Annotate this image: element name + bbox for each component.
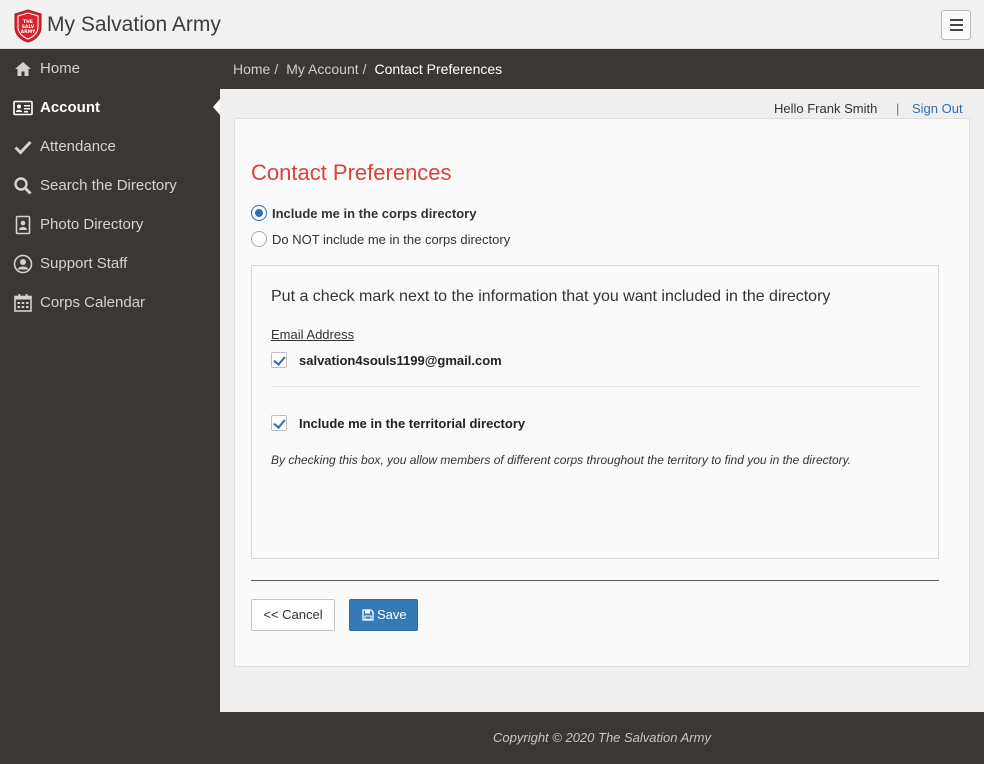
svg-text:ARMY: ARMY — [21, 29, 36, 35]
breadcrumb-current: Contact Preferences — [374, 61, 503, 77]
breadcrumb-separator: / — [274, 61, 279, 77]
sidebar-item-label: Home — [40, 60, 81, 77]
territorial-checkbox[interactable] — [271, 415, 287, 431]
home-icon — [15, 62, 31, 76]
sidebar-item-search-directory[interactable]: Search the Directory — [0, 166, 220, 205]
breadcrumb: Home / My Account / Contact Preferences — [233, 61, 502, 77]
radio-label[interactable]: Do NOT include me in the corps directory — [272, 232, 510, 247]
main-content: Hello Frank Smith | Sign Out Contact Pre… — [220, 89, 984, 712]
check-icon — [14, 140, 32, 155]
save-button-label: Save — [377, 607, 407, 622]
photo-book-icon — [15, 215, 31, 235]
form-divider — [251, 580, 939, 581]
salvation-army-shield-logo[interactable]: THE SALV ARMY — [12, 9, 44, 43]
section-divider — [271, 386, 920, 387]
page-footer: Copyright © 2020 The Salvation Army — [220, 712, 984, 764]
email-value[interactable]: salvation4souls1199@gmail.com — [299, 353, 502, 368]
active-indicator — [213, 99, 220, 115]
search-icon — [14, 177, 32, 195]
sign-out-link[interactable]: Sign Out — [912, 101, 963, 116]
radio-button[interactable] — [251, 231, 267, 247]
sidebar-item-home[interactable]: Home — [0, 49, 220, 88]
user-circle-icon — [13, 254, 33, 274]
sidebar-item-label: Corps Calendar — [40, 294, 146, 311]
sidebar-item-label: Account — [40, 99, 100, 116]
app-title[interactable]: My Salvation Army — [47, 13, 221, 37]
sidebar-item-photo-directory[interactable]: Photo Directory — [0, 205, 220, 244]
hamburger-menu-button[interactable] — [941, 10, 971, 40]
menu-icon-bar — [950, 29, 963, 31]
sidebar-item-label: Search the Directory — [40, 177, 177, 194]
territorial-label[interactable]: Include me in the territorial directory — [299, 416, 525, 431]
directory-options-box: Put a check mark next to the information… — [251, 265, 939, 559]
save-button[interactable]: Save — [349, 599, 418, 631]
email-address-heading: Email Address — [271, 327, 355, 342]
sidebar-item-corps-calendar[interactable]: Corps Calendar — [0, 283, 220, 322]
menu-icon-bar — [950, 24, 963, 26]
floppy-disk-icon — [362, 609, 374, 621]
instructions-text: Put a check mark next to the information… — [271, 288, 831, 305]
breadcrumb-separator: / — [362, 61, 367, 77]
territorial-note: By checking this box, you allow members … — [271, 453, 852, 467]
sidebar-item-label: Attendance — [40, 138, 116, 155]
id-card-icon — [13, 100, 33, 116]
sidebar-item-label: Support Staff — [40, 255, 128, 272]
cancel-button[interactable]: << Cancel — [251, 599, 335, 631]
breadcrumb-bar: Home / My Account / Contact Preferences — [220, 49, 984, 89]
sidebar-item-attendance[interactable]: Attendance — [0, 127, 220, 166]
sidebar-item-label: Photo Directory — [40, 216, 144, 233]
contact-preferences-panel: Contact Preferences Include me in the co… — [234, 118, 970, 667]
calendar-icon — [14, 294, 32, 312]
app-header: THE SALV ARMY My Salvation Army — [0, 0, 984, 49]
email-checkbox[interactable] — [271, 352, 287, 368]
userbar-divider: | — [896, 101, 900, 116]
page-title: Contact Preferences — [251, 160, 452, 185]
breadcrumb-my-account-link[interactable]: My Account — [286, 61, 358, 77]
radio-label[interactable]: Include me in the corps directory — [272, 206, 476, 221]
sidebar-item-support-staff[interactable]: Support Staff — [0, 244, 220, 283]
user-greeting: Hello Frank Smith — [774, 101, 878, 116]
copyright-text: Copyright © 2020 The Salvation Army — [493, 730, 711, 745]
menu-icon — [950, 19, 963, 21]
breadcrumb-home-link[interactable]: Home — [233, 61, 270, 77]
radio-button-selected[interactable] — [251, 205, 267, 221]
sidebar-nav: Home Account Attendance Search the Direc… — [0, 49, 220, 764]
sidebar-item-account[interactable]: Account — [0, 88, 220, 127]
